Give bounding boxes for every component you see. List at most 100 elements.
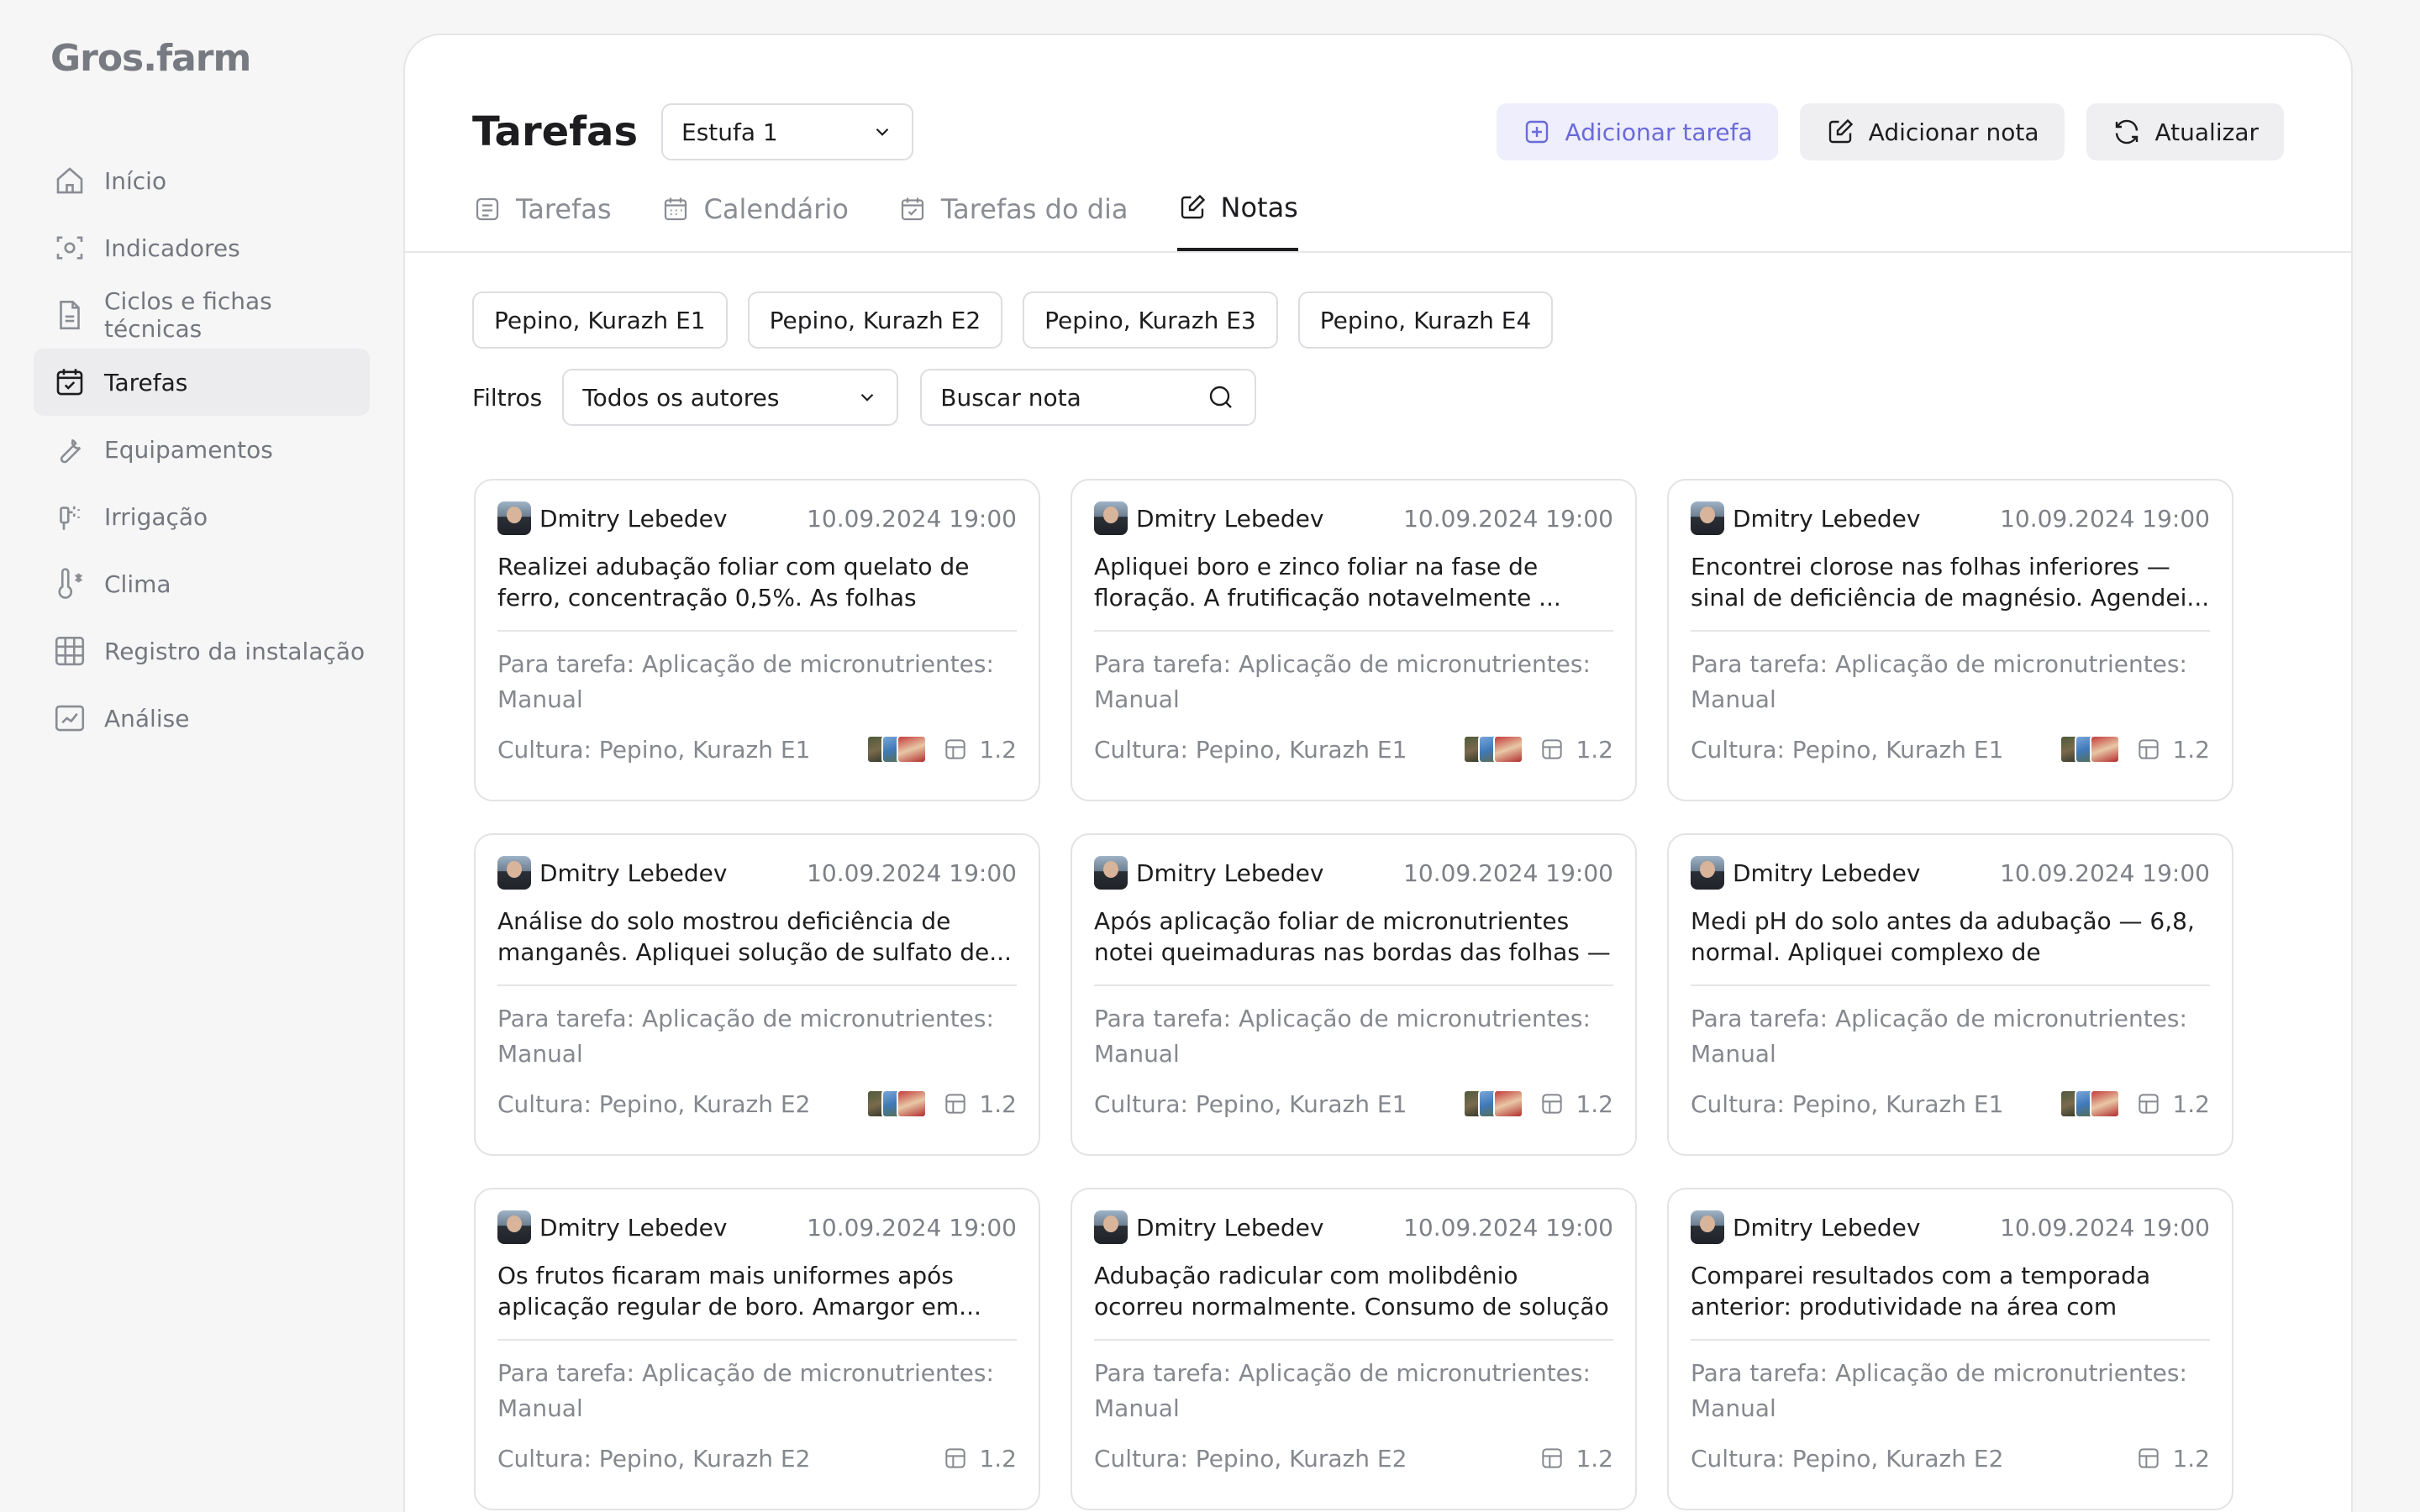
note-card[interactable]: Dmitry Lebedev 10.09.2024 19:00 Apliquei… bbox=[1071, 479, 1637, 801]
sidebar-item-label: Ciclos e fichas técnicas bbox=[104, 287, 272, 343]
avatar bbox=[1094, 1210, 1128, 1244]
main-panel: Tarefas Estufa 1 Adicionar tarefa Adicio… bbox=[403, 34, 2353, 1512]
add-task-button[interactable]: Adicionar tarefa bbox=[1496, 103, 1778, 160]
layout-icon bbox=[2139, 1448, 2160, 1468]
add-note-label: Adicionar nota bbox=[1868, 118, 2039, 146]
add-note-button[interactable]: Adicionar nota bbox=[1799, 103, 2065, 160]
note-text: Comparei resultados com a temporada ante… bbox=[1691, 1262, 2151, 1326]
note-text: Análise do solo mostrou deficiência de m… bbox=[497, 907, 1012, 966]
photo-thumbnails[interactable] bbox=[866, 735, 928, 764]
refresh-button[interactable]: Atualizar bbox=[2086, 103, 2284, 160]
note-culture: Cultura: Pepino, Kurazh E2 bbox=[1094, 1444, 1407, 1473]
chip-e3[interactable]: Pepino, Kurazh E3 bbox=[1023, 291, 1278, 349]
photo-thumbnails[interactable] bbox=[2060, 735, 2121, 764]
search-icon bbox=[1210, 386, 1233, 408]
photo-thumbnails[interactable] bbox=[866, 1089, 928, 1118]
note-card-footer: Cultura: Pepino, Kurazh E1 1.2 bbox=[1691, 732, 2210, 766]
note-card[interactable]: Dmitry Lebedev 10.09.2024 19:00 Realizei… bbox=[474, 479, 1040, 801]
layer-badge: 1.2 bbox=[1539, 1090, 1613, 1118]
sprinkler-icon bbox=[60, 506, 80, 530]
note-author: Dmitry Lebedev bbox=[539, 1213, 728, 1242]
divider bbox=[497, 1339, 1017, 1341]
note-author: Dmitry Lebedev bbox=[539, 504, 728, 533]
avatar bbox=[1691, 501, 1724, 535]
divider bbox=[497, 630, 1017, 632]
note-task: Para tarefa: Aplicação de micronutriente… bbox=[497, 1359, 994, 1422]
note-text: Realizei adubação foliar com quelato de … bbox=[497, 553, 970, 617]
layer-value: 1.2 bbox=[1576, 1089, 1613, 1118]
search-input[interactable]: Buscar nota bbox=[920, 369, 1257, 426]
note-date: 10.09.2024 19:00 bbox=[2000, 858, 2210, 887]
calendar-icon bbox=[664, 197, 687, 221]
note-date: 10.09.2024 19:00 bbox=[807, 858, 1017, 887]
chip-e1[interactable]: Pepino, Kurazh E1 bbox=[472, 291, 728, 349]
chip-e4[interactable]: Pepino, Kurazh E4 bbox=[1297, 291, 1554, 349]
note-card-footer: Cultura: Pepino, Kurazh E2 1.2 bbox=[1691, 1441, 2210, 1475]
photo-thumbnail bbox=[1493, 1089, 1524, 1118]
note-culture: Cultura: Pepino, Kurazh E1 bbox=[1691, 1089, 2004, 1118]
note-card[interactable]: Dmitry Lebedev 10.09.2024 19:00 Medi pH … bbox=[1667, 833, 2233, 1156]
sidebar-item-inicio[interactable]: Início bbox=[34, 147, 370, 214]
tab-notas[interactable]: Notas bbox=[1176, 182, 1298, 251]
note-card-header: Dmitry Lebedev 10.09.2024 19:00 bbox=[497, 855, 1017, 890]
grid-icon bbox=[55, 636, 85, 666]
sidebar-item-equipamentos[interactable]: Equipamentos bbox=[34, 416, 370, 483]
layout-icon bbox=[1542, 1448, 1563, 1468]
tab-tarefas-do-dia[interactable]: Tarefas do dia bbox=[897, 182, 1128, 251]
note-card-footer: Cultura: Pepino, Kurazh E2 1.2 bbox=[497, 1087, 1017, 1121]
sidebar-item-clima[interactable]: Clima bbox=[34, 550, 370, 617]
layer-badge: 1.2 bbox=[942, 1445, 1017, 1473]
note-card-footer: Cultura: Pepino, Kurazh E1 1.2 bbox=[497, 732, 1017, 766]
divider bbox=[1691, 1339, 2210, 1341]
greenhouse-select[interactable]: Estufa 1 bbox=[661, 103, 914, 160]
tab-tarefas[interactable]: Tarefas bbox=[472, 182, 612, 251]
author-select[interactable]: Todos os autores bbox=[562, 369, 899, 426]
note-card[interactable]: Dmitry Lebedev 10.09.2024 19:00 Comparei… bbox=[1667, 1188, 2233, 1510]
sidebar-item-analise[interactable]: Análise bbox=[34, 685, 370, 752]
note-card-footer: Cultura: Pepino, Kurazh E1 1.2 bbox=[1691, 1087, 2210, 1121]
sidebar-item-irrigacao[interactable]: Irrigação bbox=[34, 483, 370, 550]
note-card[interactable]: Dmitry Lebedev 10.09.2024 19:00 Adubação… bbox=[1071, 1188, 1637, 1510]
note-card-header: Dmitry Lebedev 10.09.2024 19:00 bbox=[1094, 855, 1613, 890]
edit-icon bbox=[1828, 118, 1853, 144]
note-date: 10.09.2024 19:00 bbox=[1403, 1213, 1613, 1242]
note-card[interactable]: Dmitry Lebedev 10.09.2024 19:00 Análise … bbox=[474, 833, 1040, 1156]
chevron-down-icon bbox=[876, 128, 889, 136]
layout-icon bbox=[945, 1094, 966, 1114]
layer-badge: 1.2 bbox=[1539, 1445, 1613, 1473]
note-card[interactable]: Dmitry Lebedev 10.09.2024 19:00 Após apl… bbox=[1071, 833, 1637, 1156]
note-card[interactable]: Dmitry Lebedev 10.09.2024 19:00 Os fruto… bbox=[474, 1188, 1040, 1510]
tab-label: Calendário bbox=[703, 193, 849, 225]
document-icon bbox=[60, 300, 80, 330]
tab-calendario[interactable]: Calendário bbox=[660, 182, 849, 251]
day-tasks-icon bbox=[901, 197, 924, 221]
wrench-icon bbox=[60, 438, 82, 464]
note-text: Apliquei boro e zinco foliar na fase de … bbox=[1094, 553, 1561, 612]
layer-value: 1.2 bbox=[2172, 1444, 2210, 1473]
sidebar-item-indicadores[interactable]: Indicadores bbox=[34, 214, 370, 281]
app-logo[interactable]: Gros.farm bbox=[50, 37, 251, 80]
sidebar-item-ciclos[interactable]: Ciclos e fichas técnicas bbox=[34, 281, 370, 349]
layer-badge: 1.2 bbox=[2135, 736, 2210, 764]
note-culture: Cultura: Pepino, Kurazh E1 bbox=[1691, 735, 2004, 764]
page-title: Tarefas bbox=[472, 108, 639, 155]
tab-label: Notas bbox=[1220, 192, 1298, 223]
note-card-footer: Cultura: Pepino, Kurazh E1 1.2 bbox=[1094, 732, 1613, 766]
note-text: Adubação radicular com molibdênio ocorre… bbox=[1094, 1262, 1609, 1326]
sidebar-item-tarefas[interactable]: Tarefas bbox=[34, 349, 370, 416]
note-card[interactable]: Dmitry Lebedev 10.09.2024 19:00 Encontre… bbox=[1667, 479, 2233, 801]
tab-label: Tarefas do dia bbox=[940, 193, 1128, 225]
layout-icon bbox=[1542, 739, 1563, 759]
chip-e2[interactable]: Pepino, Kurazh E2 bbox=[747, 291, 1003, 349]
note-task: Para tarefa: Aplicação de micronutriente… bbox=[1094, 1005, 1591, 1068]
note-task: Para tarefa: Aplicação de micronutriente… bbox=[1094, 1359, 1591, 1422]
layer-value: 1.2 bbox=[1576, 1444, 1613, 1473]
photo-thumbnails[interactable] bbox=[1463, 1089, 1524, 1118]
layer-value: 1.2 bbox=[979, 1444, 1017, 1473]
note-card-header: Dmitry Lebedev 10.09.2024 19:00 bbox=[1691, 501, 2210, 536]
layout-icon bbox=[2139, 1094, 2160, 1114]
photo-thumbnails[interactable] bbox=[1463, 735, 1524, 764]
note-author: Dmitry Lebedev bbox=[1733, 858, 1921, 887]
sidebar-item-registro[interactable]: Registro da instalação bbox=[34, 617, 370, 685]
photo-thumbnails[interactable] bbox=[2060, 1089, 2121, 1118]
